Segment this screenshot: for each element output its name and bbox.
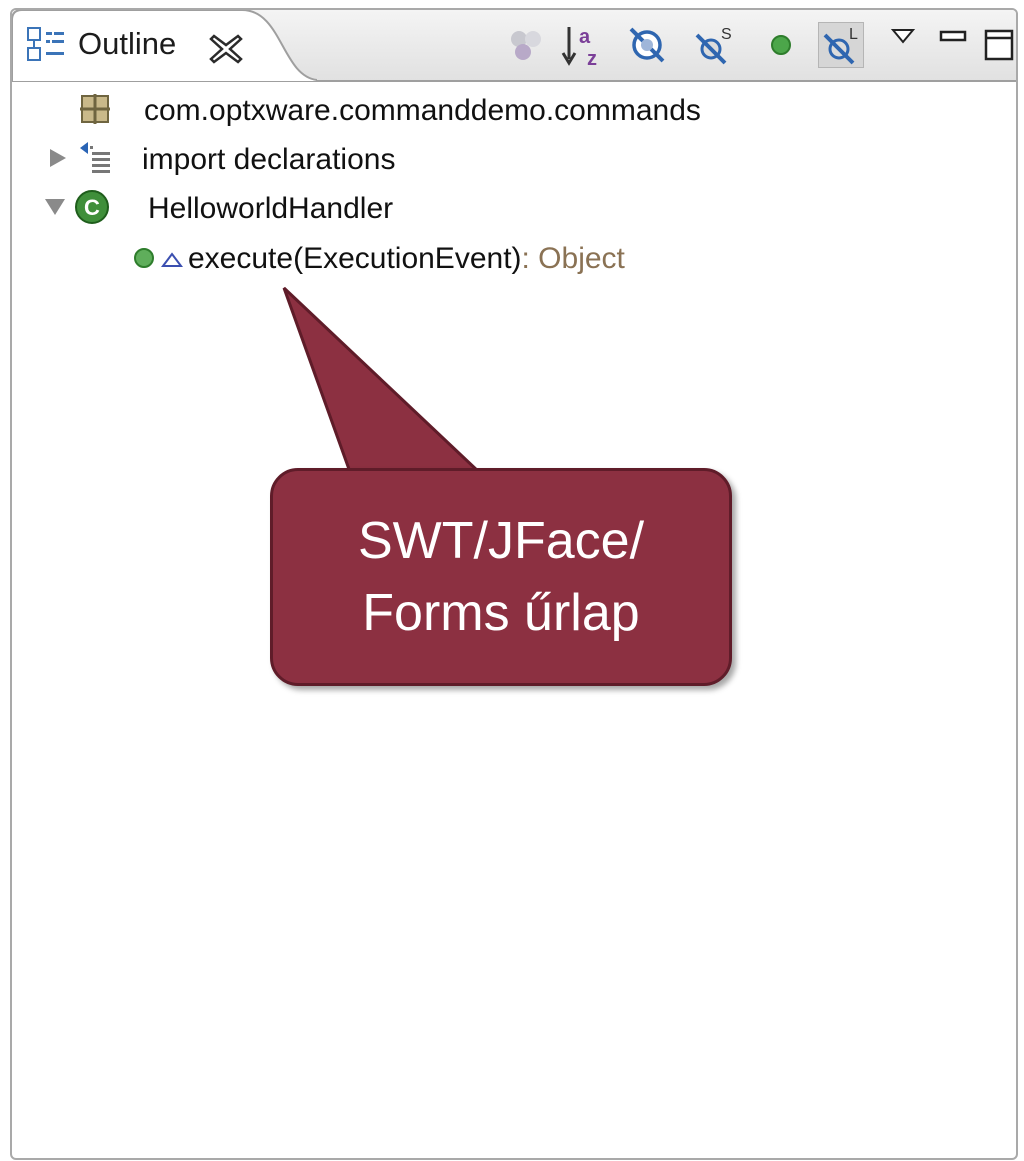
callout-line-2: Forms űrlap (362, 584, 640, 642)
outline-view: Outline a z S L com.optxware.commanddemo… (10, 8, 1018, 1160)
callout-line-1: SWT/JFace/ (357, 512, 645, 570)
callout-box: SWT/JFace/ Forms űrlap (270, 468, 732, 686)
